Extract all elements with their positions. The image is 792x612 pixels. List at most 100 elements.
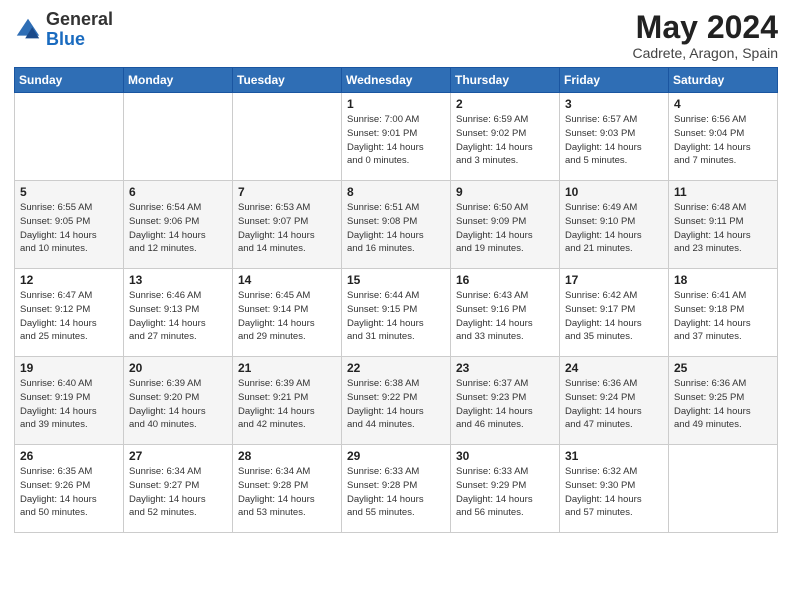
table-row: 5 Sunrise: 6:55 AMSunset: 9:05 PMDaylight… [15,181,124,269]
day-number: 26 [20,449,118,463]
table-row: 12Sunrise: 6:47 AMSunset: 9:12 PMDayligh… [15,269,124,357]
day-number: 15 [347,273,445,287]
day-info: Sunrise: 6:45 AMSunset: 9:14 PMDaylight:… [238,289,336,344]
calendar-week-2: 5 Sunrise: 6:55 AMSunset: 9:05 PMDaylight… [15,181,778,269]
day-number: 1 [347,97,445,111]
day-info: Sunrise: 6:33 AMSunset: 9:28 PMDaylight:… [347,465,445,520]
col-monday: Monday [124,68,233,93]
table-row: 18Sunrise: 6:41 AMSunset: 9:18 PMDayligh… [669,269,778,357]
table-row: 25 Sunrise: 6:36 AMSunset: 9:25 PMDayligh… [669,357,778,445]
logo-text: General Blue [46,10,113,50]
col-wednesday: Wednesday [342,68,451,93]
day-info: Sunrise: 6:51 AMSunset: 9:08 PMDaylight:… [347,201,445,256]
day-info: Sunrise: 6:34 AMSunset: 9:28 PMDaylight:… [238,465,336,520]
table-row: 7Sunrise: 6:53 AMSunset: 9:07 PMDaylight… [233,181,342,269]
day-number: 4 [674,97,772,111]
day-number: 16 [456,273,554,287]
table-row: 29Sunrise: 6:33 AMSunset: 9:28 PMDayligh… [342,445,451,533]
table-row: 26 Sunrise: 6:35 AMSunset: 9:26 PMDayligh… [15,445,124,533]
day-info: Sunrise: 6:46 AMSunset: 9:13 PMDaylight:… [129,289,227,344]
day-number: 22 [347,361,445,375]
day-number: 10 [565,185,663,199]
day-number: 14 [238,273,336,287]
table-row: 20 Sunrise: 6:39 AMSunset: 9:20 PMDayligh… [124,357,233,445]
day-info: Sunrise: 6:48 AMSunset: 9:11 PMDaylight:… [674,201,772,256]
day-number: 3 [565,97,663,111]
day-number: 18 [674,273,772,287]
table-row: 31Sunrise: 6:32 AMSunset: 9:30 PMDayligh… [560,445,669,533]
table-row: 1 Sunrise: 7:00 AMSunset: 9:01 PMDaylight… [342,93,451,181]
day-info: Sunrise: 6:38 AMSunset: 9:22 PMDaylight:… [347,377,445,432]
day-info: Sunrise: 6:39 AMSunset: 9:20 PMDaylight:… [129,377,227,432]
table-row [15,93,124,181]
day-info: Sunrise: 6:36 AMSunset: 9:25 PMDaylight:… [674,377,772,432]
logo: General Blue [14,10,113,50]
day-number: 5 [20,185,118,199]
day-info: Sunrise: 6:56 AMSunset: 9:04 PMDaylight:… [674,113,772,168]
day-info: Sunrise: 6:42 AMSunset: 9:17 PMDaylight:… [565,289,663,344]
day-number: 24 [565,361,663,375]
page: General Blue May 2024 Cadrete, Aragon, S… [0,0,792,612]
table-row: 22 Sunrise: 6:38 AMSunset: 9:22 PMDayligh… [342,357,451,445]
day-number: 30 [456,449,554,463]
title-block: May 2024 Cadrete, Aragon, Spain [632,10,778,61]
day-number: 8 [347,185,445,199]
day-number: 6 [129,185,227,199]
calendar-week-3: 12Sunrise: 6:47 AMSunset: 9:12 PMDayligh… [15,269,778,357]
col-thursday: Thursday [451,68,560,93]
day-number: 25 [674,361,772,375]
col-tuesday: Tuesday [233,68,342,93]
day-info: Sunrise: 6:53 AMSunset: 9:07 PMDaylight:… [238,201,336,256]
calendar-week-5: 26 Sunrise: 6:35 AMSunset: 9:26 PMDayligh… [15,445,778,533]
header: General Blue May 2024 Cadrete, Aragon, S… [14,10,778,61]
day-number: 2 [456,97,554,111]
calendar-header-row: Sunday Monday Tuesday Wednesday Thursday… [15,68,778,93]
day-number: 19 [20,361,118,375]
day-info: Sunrise: 6:57 AMSunset: 9:03 PMDaylight:… [565,113,663,168]
day-number: 11 [674,185,772,199]
day-number: 13 [129,273,227,287]
day-info: Sunrise: 7:00 AMSunset: 9:01 PMDaylight:… [347,113,445,168]
table-row: 10 Sunrise: 6:49 AMSunset: 9:10 PMDayligh… [560,181,669,269]
table-row: 8 Sunrise: 6:51 AMSunset: 9:08 PMDaylight… [342,181,451,269]
table-row: 15 Sunrise: 6:44 AMSunset: 9:15 PMDayligh… [342,269,451,357]
col-sunday: Sunday [15,68,124,93]
day-info: Sunrise: 6:59 AMSunset: 9:02 PMDaylight:… [456,113,554,168]
day-info: Sunrise: 6:44 AMSunset: 9:15 PMDaylight:… [347,289,445,344]
table-row: 14 Sunrise: 6:45 AMSunset: 9:14 PMDayligh… [233,269,342,357]
calendar: Sunday Monday Tuesday Wednesday Thursday… [14,67,778,533]
location: Cadrete, Aragon, Spain [632,45,778,61]
day-info: Sunrise: 6:49 AMSunset: 9:10 PMDaylight:… [565,201,663,256]
table-row: 28Sunrise: 6:34 AMSunset: 9:28 PMDayligh… [233,445,342,533]
day-info: Sunrise: 6:35 AMSunset: 9:26 PMDaylight:… [20,465,118,520]
day-info: Sunrise: 6:43 AMSunset: 9:16 PMDaylight:… [456,289,554,344]
table-row: 9Sunrise: 6:50 AMSunset: 9:09 PMDaylight… [451,181,560,269]
calendar-week-4: 19Sunrise: 6:40 AMSunset: 9:19 PMDayligh… [15,357,778,445]
table-row: 19Sunrise: 6:40 AMSunset: 9:19 PMDayligh… [15,357,124,445]
col-friday: Friday [560,68,669,93]
table-row [233,93,342,181]
logo-icon [14,16,42,44]
table-row [669,445,778,533]
day-info: Sunrise: 6:36 AMSunset: 9:24 PMDaylight:… [565,377,663,432]
day-info: Sunrise: 6:33 AMSunset: 9:29 PMDaylight:… [456,465,554,520]
table-row: 2 Sunrise: 6:59 AMSunset: 9:02 PMDaylight… [451,93,560,181]
col-saturday: Saturday [669,68,778,93]
day-info: Sunrise: 6:39 AMSunset: 9:21 PMDaylight:… [238,377,336,432]
day-info: Sunrise: 6:47 AMSunset: 9:12 PMDaylight:… [20,289,118,344]
day-number: 27 [129,449,227,463]
table-row: 3 Sunrise: 6:57 AMSunset: 9:03 PMDaylight… [560,93,669,181]
table-row: 13 Sunrise: 6:46 AMSunset: 9:13 PMDayligh… [124,269,233,357]
month-title: May 2024 [632,10,778,45]
day-number: 20 [129,361,227,375]
day-info: Sunrise: 6:34 AMSunset: 9:27 PMDaylight:… [129,465,227,520]
table-row [124,93,233,181]
table-row: 4 Sunrise: 6:56 AMSunset: 9:04 PMDaylight… [669,93,778,181]
table-row: 6 Sunrise: 6:54 AMSunset: 9:06 PMDaylight… [124,181,233,269]
day-info: Sunrise: 6:54 AMSunset: 9:06 PMDaylight:… [129,201,227,256]
table-row: 21Sunrise: 6:39 AMSunset: 9:21 PMDayligh… [233,357,342,445]
table-row: 16 Sunrise: 6:43 AMSunset: 9:16 PMDayligh… [451,269,560,357]
day-info: Sunrise: 6:55 AMSunset: 9:05 PMDaylight:… [20,201,118,256]
calendar-week-1: 1 Sunrise: 7:00 AMSunset: 9:01 PMDaylight… [15,93,778,181]
day-info: Sunrise: 6:50 AMSunset: 9:09 PMDaylight:… [456,201,554,256]
